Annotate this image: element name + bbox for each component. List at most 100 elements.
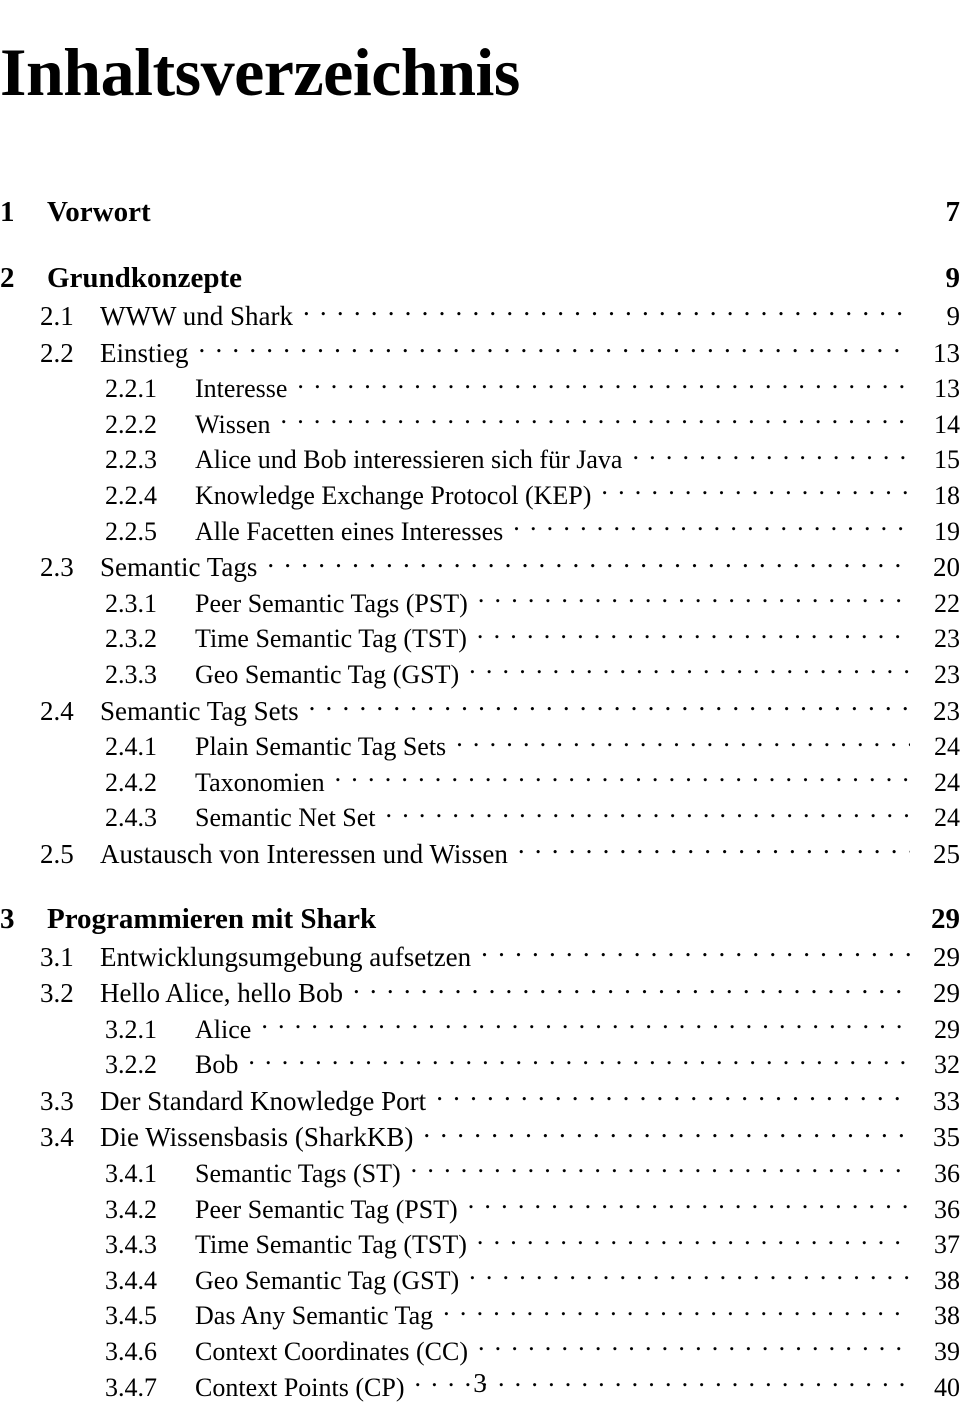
toc-entry-page-number: 14 [934,409,960,439]
toc-entry-number: 2.2.2 [105,409,157,439]
toc-entry[interactable]: 3.2.1 Alice 29 [0,1012,960,1048]
toc-entry-title: Semantic Tags [100,552,258,583]
toc-entry-title: Interesse [195,374,288,404]
toc-entry-title: Semantic Tags (ST) [195,1159,401,1189]
toc-page: Inhaltsverzeichnis 1 Vorwort 7 2 Grundkonzep… [0,0,960,1405]
toc-entry-title: Taxonomien [195,767,325,797]
toc-entry[interactable]: 3.4.4 Geo Semantic Tag (GST) 38 [0,1263,960,1299]
toc-entry-number: 2.3.3 [105,659,157,689]
toc-entry-number: 2.4.3 [105,803,157,833]
toc-entry[interactable]: 3.3 Der Standard Knowledge Port 33 [0,1083,960,1120]
toc-entry[interactable]: 2.3.3 Geo Semantic Tag (GST) 23 [0,657,960,693]
dot-leader [303,298,910,325]
toc-entry[interactable]: 2 Grundkonzepte 9 [0,258,960,298]
toc-entry-number: 2.3.2 [105,624,157,654]
toc-entry-number: 3.3 [40,1085,74,1116]
toc-entry-title: Die Wissensbasis (SharkKB) [100,1122,414,1153]
toc-entry-title: Alice und Bob interessieren sich für Jav… [195,445,623,475]
toc-entry[interactable]: 2.1 WWW und Shark 9 [0,298,960,335]
toc-entry-number: 3.4.4 [105,1265,157,1295]
toc-entry-page-number: 23 [934,624,960,654]
toc-entry[interactable]: 3.2 Hello Alice, hello Bob 29 [0,975,960,1012]
toc-entry-title: Einstieg [100,337,189,368]
toc-entry-number: 2.5 [40,838,74,869]
toc-entry-title: Alle Facetten eines Interesses [195,516,504,546]
toc-entry-title: Programmieren mit Shark [47,902,377,935]
dot-leader [443,1298,910,1324]
dot-leader [469,1263,910,1289]
toc-entry-number: 3.4.3 [105,1230,157,1260]
toc-entry[interactable]: 3.4.3 Time Semantic Tag (TST) 37 [0,1227,960,1263]
toc-entry[interactable]: 2.2.1 Interesse 13 [0,371,960,407]
toc-entry[interactable]: 3.4.2 Peer Semantic Tag (PST) 36 [0,1192,960,1228]
toc-entry[interactable]: 1 Vorwort 7 [0,192,960,232]
toc-entry-number: 3 [0,902,15,935]
toc-entry[interactable]: 2.4.2 Taxonomien 24 [0,765,960,801]
toc-entry-page-number: 9 [945,262,960,294]
dot-leader [436,1083,910,1110]
toc-entry-title: Das Any Semantic Tag [195,1301,434,1331]
toc-entry[interactable]: 2.5 Austausch von Interessen und Wissen 25 [0,836,960,873]
toc-entry-title: Time Semantic Tag (TST) [195,1230,467,1260]
toc-entry-title: Plain Semantic Tag Sets [195,732,447,762]
toc-entry[interactable]: 2.2 Einstieg 13 [0,335,960,372]
toc-entry-page-number: 37 [934,1230,960,1260]
toc-entry-page-number: 29 [933,978,960,1009]
toc-entry-page-number: 39 [934,1337,960,1367]
toc-entry-number: 3.1 [40,941,74,972]
toc-entry[interactable]: 2.2.3 Alice und Bob interessieren sich fü… [0,442,960,478]
toc-entry-number: 2.2 [40,337,74,368]
toc-entry-title: Peer Semantic Tag (PST) [195,1194,458,1224]
toc-entry-number: 2.2.5 [105,516,157,546]
dot-leader [513,514,910,540]
toc-entry-title: Peer Semantic Tags (PST) [195,588,468,618]
toc-entry-title: Geo Semantic Tag (GST) [195,659,460,689]
toc-entry-page-number: 24 [934,767,960,797]
dot-leader [481,939,910,966]
dot-leader [469,657,910,683]
toc-entry-page-number: 29 [933,941,960,972]
dot-leader [267,549,910,576]
dot-leader [632,442,910,468]
toc-entry[interactable]: 3.4.1 Semantic Tags (ST) 36 [0,1156,960,1192]
toc-entry[interactable]: 2.4.1 Plain Semantic Tag Sets 24 [0,729,960,765]
dot-leader [478,1334,910,1360]
dot-leader [456,729,910,755]
toc-entry[interactable]: 3 Programmieren mit Shark 29 [0,899,960,939]
toc-entry-page-number: 23 [933,695,960,726]
page-folio: 3 [473,1368,487,1398]
toc-entry-number: 2.3 [40,552,74,583]
toc-entry-title: Grundkonzepte [47,262,242,294]
toc-entry-page-number: 19 [934,516,960,546]
toc-entry-number: 1 [0,196,15,228]
toc-entry[interactable]: 2.2.5 Alle Facetten eines Interesses 19 [0,514,960,550]
toc-entry-page-number: 13 [934,374,960,404]
toc-entry-title: Semantic Tag Sets [100,695,299,726]
toc-entry[interactable]: 2.4.3 Semantic Net Set 24 [0,800,960,836]
toc-entry[interactable]: 3.2.2 Bob 32 [0,1047,960,1083]
toc-entry[interactable]: 2.4 Semantic Tag Sets 23 [0,693,960,730]
toc-entry-page-number: 24 [934,732,960,762]
toc-entry[interactable]: 3.4 Die Wissensbasis (SharkKB) 35 [0,1119,960,1156]
dot-leader [477,621,910,647]
toc-entry-page-number: 38 [934,1265,960,1295]
toc-entry[interactable]: 3.4.6 Context Coordinates (CC) 39 [0,1334,960,1370]
toc-entry[interactable]: 3.4.5 Das Any Semantic Tag 38 [0,1298,960,1334]
toc-entry-number: 2 [0,262,15,294]
toc-entry-number: 2.3.1 [105,588,157,618]
toc-entry-number: 3.4.2 [105,1194,157,1224]
toc-entry[interactable]: 2.2.4 Knowledge Exchange Protocol (KEP) 18 [0,478,960,514]
toc-entry-number: 2.1 [40,301,74,331]
toc-entry-title: Vorwort [47,196,151,228]
toc-entry[interactable]: 3.1 Entwicklungsumgebung aufsetzen 29 [0,939,960,976]
toc-entry[interactable]: 2.3.1 Peer Semantic Tags (PST) 22 [0,586,960,622]
toc-entry-number: 2.2.1 [105,374,157,404]
toc-entry[interactable]: 2.2.2 Wissen 14 [0,407,960,443]
toc-entry-title: Context Coordinates (CC) [195,1337,468,1367]
toc-entry-title: Wissen [195,409,271,439]
toc-entry[interactable]: 2.3 Semantic Tags 20 [0,549,960,586]
toc-entry-title: Alice [195,1014,252,1044]
toc-entry-title: Semantic Net Set [195,803,376,833]
toc-entry[interactable]: 2.3.2 Time Semantic Tag (TST) 23 [0,621,960,657]
toc-entry-page-number: 33 [933,1085,960,1116]
